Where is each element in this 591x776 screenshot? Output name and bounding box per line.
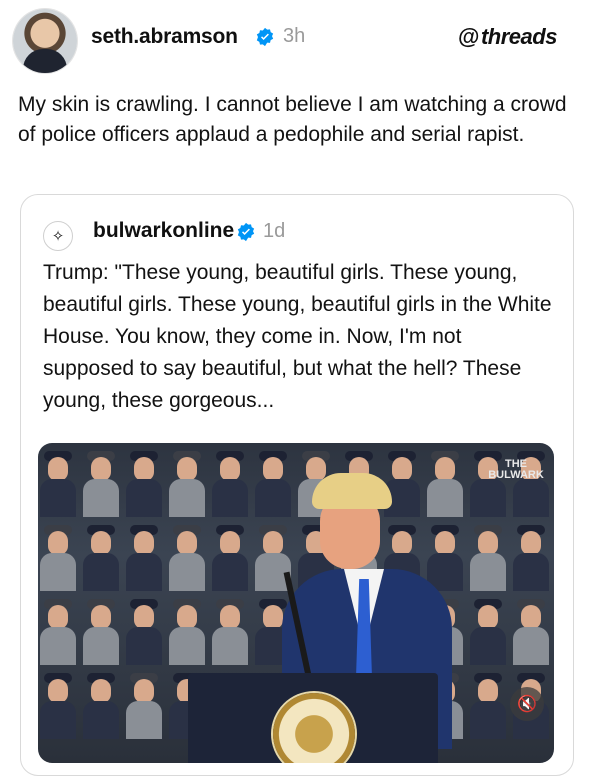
verified-badge-icon: [256, 27, 274, 47]
post-header: seth.abramson 3h @threads: [0, 0, 591, 80]
bulwark-watermark: THE BULWARK: [488, 458, 544, 481]
quoted-username[interactable]: bulwarkonline: [93, 219, 234, 243]
mute-button[interactable]: 🔇: [510, 687, 544, 721]
threads-logo[interactable]: @threads: [458, 24, 557, 50]
quoted-text: Trump: "These young, beautiful girls. Th…: [43, 261, 552, 412]
quoted-time: 1d: [263, 220, 286, 242]
avatar[interactable]: [13, 9, 77, 73]
speaker-muted-icon: 🔇: [517, 696, 537, 713]
video-player[interactable]: THE BULWARK 🔇: [38, 443, 554, 763]
quoted-post-card[interactable]: ✧ bulwarkonline 1d Trump: "These young, …: [20, 194, 574, 776]
threads-logo-icon: @: [458, 24, 479, 49]
post-username[interactable]: seth.abramson: [91, 25, 238, 49]
post-text: My skin is crawling. I cannot believe I …: [18, 93, 567, 146]
bulwark-logo-icon: ✧: [51, 228, 65, 245]
verified-badge-icon: [237, 222, 255, 242]
threads-brand-text: threads: [480, 24, 557, 49]
quoted-avatar[interactable]: ✧: [43, 221, 73, 251]
presidential-seal-icon: [273, 693, 355, 763]
post-time: 3h: [283, 25, 306, 47]
